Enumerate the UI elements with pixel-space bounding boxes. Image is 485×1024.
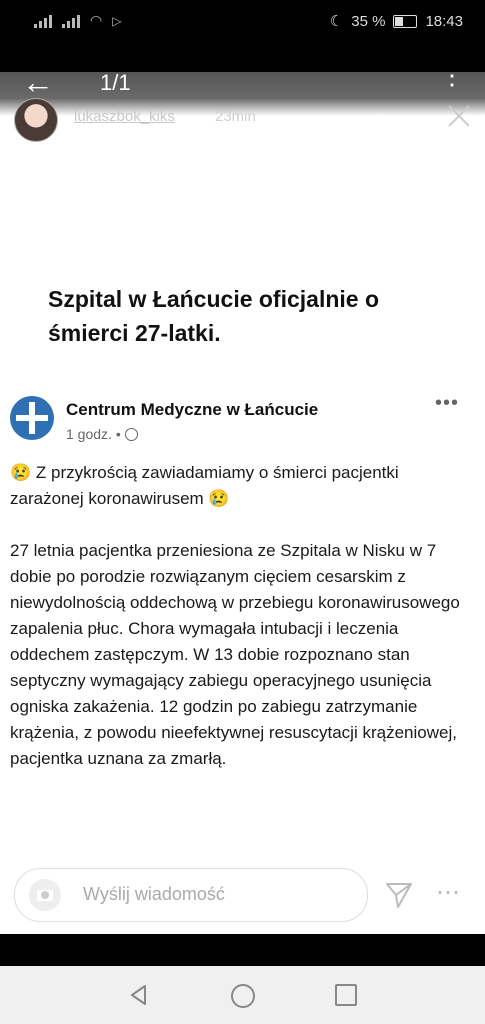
post-paragraph-1: 😢 Z przykrością zawiadamiamy o śmierci p… (10, 463, 399, 508)
signal-icon (34, 14, 52, 28)
status-bar: ◠ ▷ ☾ 35 % 18:43 (0, 0, 485, 44)
battery-icon (393, 14, 418, 28)
moon-icon: ☾ (329, 13, 344, 30)
story-count: 1/1 (100, 72, 131, 95)
avatar[interactable] (14, 98, 58, 142)
clock: 18:43 (425, 12, 463, 30)
wifi-icon: ◠ (90, 12, 103, 28)
nav-home-icon[interactable] (231, 984, 255, 1008)
more-options-icon[interactable]: ⋮ (439, 72, 465, 88)
nav-recent-icon[interactable] (335, 984, 357, 1006)
camera-icon[interactable] (29, 879, 61, 911)
post-paragraph-2: 27 letnia pacjentka przeniesiona ze Szpi… (10, 541, 460, 768)
story-view: ← 1/1 ⋮ lukaszbok_kiks 23min Szpital w Ł… (0, 72, 485, 934)
story-time: 23min (215, 108, 256, 125)
battery-percent: 35 % (351, 12, 386, 30)
reply-more-icon[interactable]: ⋯ (436, 878, 460, 907)
reply-placeholder: Wyślij wiadomość (83, 884, 225, 904)
globe-icon (124, 427, 138, 441)
back-arrow-icon[interactable]: ← (22, 72, 54, 98)
signal-icon-2 (62, 14, 80, 28)
post-time: 1 godz. • (66, 426, 121, 442)
nav-back-icon[interactable] (128, 984, 150, 1006)
story-headline: Szpital w Łańcucie oficjalnie o śmierci … (48, 286, 380, 346)
post-meta: 1 godz. • (66, 426, 138, 442)
post-body: 😢 Z przykrością zawiadamiamy o śmierci p… (10, 460, 470, 772)
signal-icons: ◠ ▷ (34, 12, 121, 29)
play-icon: ▷ (112, 13, 122, 28)
post-more-icon: ••• (434, 392, 459, 414)
close-icon[interactable] (447, 104, 471, 128)
org-name: Centrum Medyczne w Łańcucie (66, 400, 319, 419)
username[interactable]: lukaszbok_kiks (74, 108, 175, 125)
send-icon[interactable] (384, 880, 414, 910)
android-nav-bar (0, 966, 485, 1024)
org-logo (10, 396, 54, 440)
reply-input[interactable]: Wyślij wiadomość (14, 868, 368, 922)
